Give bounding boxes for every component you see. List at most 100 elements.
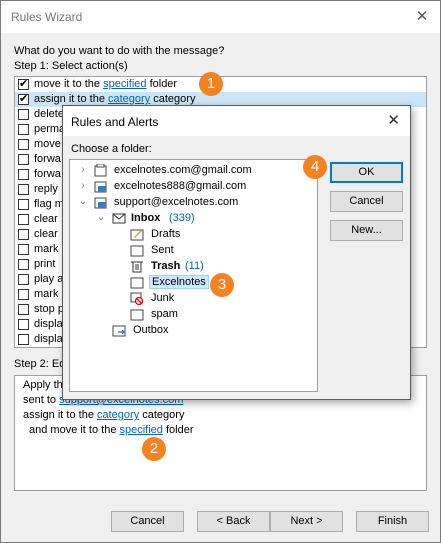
action-checkbox[interactable]	[18, 274, 29, 285]
action-checkbox[interactable]	[18, 304, 29, 315]
action-checkbox[interactable]	[18, 154, 29, 165]
action-label: move	[34, 138, 61, 150]
tree-item-drafts[interactable]: Drafts	[70, 227, 317, 243]
action-checkbox[interactable]	[18, 334, 29, 345]
action-checkbox[interactable]	[18, 124, 29, 135]
inbox-label: Inbox	[131, 212, 161, 224]
action-text: forwa	[34, 153, 61, 165]
dialog-close-icon[interactable]: ✕	[387, 111, 400, 129]
action-label: displa	[34, 318, 63, 330]
action-text: print	[34, 258, 56, 270]
folder-icon	[130, 309, 144, 321]
callout-badge-4: 4	[303, 155, 327, 179]
action-text: reply	[34, 183, 58, 195]
new-folder-button[interactable]: New...	[330, 220, 403, 241]
mailbox-icon	[94, 181, 107, 193]
callout-badge-1: 1	[199, 72, 223, 96]
ok-button[interactable]: OK	[330, 162, 403, 183]
finish-button[interactable]: Finish	[356, 511, 429, 532]
folder-tree[interactable]: › excelnotes.com@gmail.com › excelnotes8…	[69, 159, 318, 392]
tree-item-sent[interactable]: Sent	[70, 243, 317, 259]
category-link[interactable]: category	[97, 409, 139, 421]
back-button[interactable]: < Back	[197, 511, 270, 532]
action-label: move it to the specified folder	[34, 78, 177, 90]
action-text: delete	[34, 108, 64, 120]
action-checkbox[interactable]	[18, 77, 29, 90]
action-label: delete	[34, 108, 64, 120]
action-checkbox[interactable]	[18, 319, 29, 330]
action-label: forwa	[34, 153, 61, 165]
chevron-down-icon[interactable]: ⌄	[78, 196, 88, 207]
action-checkbox[interactable]	[18, 214, 29, 225]
action-text: move	[34, 138, 61, 150]
chevron-down-icon[interactable]: ⌄	[96, 212, 106, 223]
action-link[interactable]: specified	[103, 78, 146, 90]
envelope-icon	[112, 213, 126, 224]
dialog-cancel-button[interactable]: Cancel	[330, 191, 403, 212]
callout-badge-2: 2	[142, 437, 166, 461]
action-checkbox[interactable]	[18, 199, 29, 210]
tree-item-junk[interactable]: Junk	[70, 291, 317, 307]
outbox-label: Outbox	[133, 324, 169, 336]
action-text: stop p	[34, 303, 64, 315]
action-checkbox[interactable]	[18, 169, 29, 180]
action-checkbox[interactable]	[18, 184, 29, 195]
close-icon[interactable]: ✕	[412, 7, 432, 27]
dialog-title: Rules and Alerts	[71, 115, 159, 129]
cancel-button[interactable]: Cancel	[111, 511, 184, 532]
drafts-label: Drafts	[151, 228, 181, 240]
step2-label: Step 2: Ed	[14, 358, 66, 370]
action-label: assign it to the category category	[34, 93, 195, 105]
action-label: displa	[34, 333, 63, 345]
action-text: mark	[34, 288, 59, 300]
next-button[interactable]: Next >	[270, 511, 343, 532]
action-label: stop p	[34, 303, 64, 315]
chevron-right-icon[interactable]: ›	[78, 164, 88, 175]
question-label: What do you want to do with the message?	[14, 45, 225, 57]
action-checkbox[interactable]	[18, 259, 29, 270]
action-checkbox[interactable]	[18, 92, 29, 105]
excelnotes-label: Excelnotes	[149, 275, 209, 289]
action-text: displa	[34, 318, 63, 330]
window-title: Rules Wizard	[11, 10, 83, 24]
action-checkbox[interactable]	[18, 109, 29, 120]
action-text: assign it to the	[34, 93, 108, 105]
action-checkbox[interactable]	[18, 289, 29, 300]
action-label: mark	[34, 243, 58, 255]
action-link[interactable]: category	[108, 93, 150, 105]
action-label: forwa	[34, 168, 61, 180]
tree-item-account2[interactable]: › excelnotes888@gmail.com	[70, 179, 317, 195]
action-checkbox[interactable]	[18, 139, 29, 150]
tree-item-spam[interactable]: spam	[70, 307, 317, 323]
account-label: support@excelnotes.com	[114, 196, 239, 208]
action-text: displa	[34, 333, 63, 345]
action-label: perma	[34, 123, 65, 135]
folder-icon	[130, 277, 144, 289]
tree-item-excelnotes[interactable]: Excelnotes	[70, 275, 317, 291]
action-text: move it to the	[34, 78, 104, 90]
action-text: mark	[34, 243, 59, 255]
account-label: excelnotes888@gmail.com	[114, 180, 247, 192]
action-checkbox[interactable]	[18, 244, 29, 255]
tree-item-account3[interactable]: ⌄ support@excelnotes.com	[70, 195, 317, 211]
drafts-folder-icon	[130, 229, 144, 241]
action-label: play a	[34, 273, 63, 285]
tree-item-inbox[interactable]: ⌄ Inbox (339)	[70, 211, 317, 227]
trash-icon	[131, 261, 143, 273]
desc-text: category	[139, 409, 185, 421]
step1-label: Step 1: Select action(s)	[14, 60, 128, 72]
desc-text: folder	[162, 424, 194, 436]
action-text: flag m	[34, 198, 64, 210]
action-checkbox[interactable]	[18, 229, 29, 240]
action-label: print	[34, 258, 55, 270]
specified-folder-link[interactable]: specified	[120, 424, 163, 436]
chevron-right-icon[interactable]: ›	[78, 180, 88, 191]
junk-label: Junk	[151, 292, 175, 304]
tree-item-outbox[interactable]: Outbox	[70, 323, 317, 339]
tree-item-trash[interactable]: Trash (11)	[70, 259, 317, 275]
tree-item-account1[interactable]: › excelnotes.com@gmail.com	[70, 163, 317, 179]
inbox-count: (339)	[169, 212, 195, 224]
desc-text: assign it to the	[23, 409, 97, 421]
action-text: category	[150, 93, 196, 105]
action-text: perma	[34, 123, 66, 135]
